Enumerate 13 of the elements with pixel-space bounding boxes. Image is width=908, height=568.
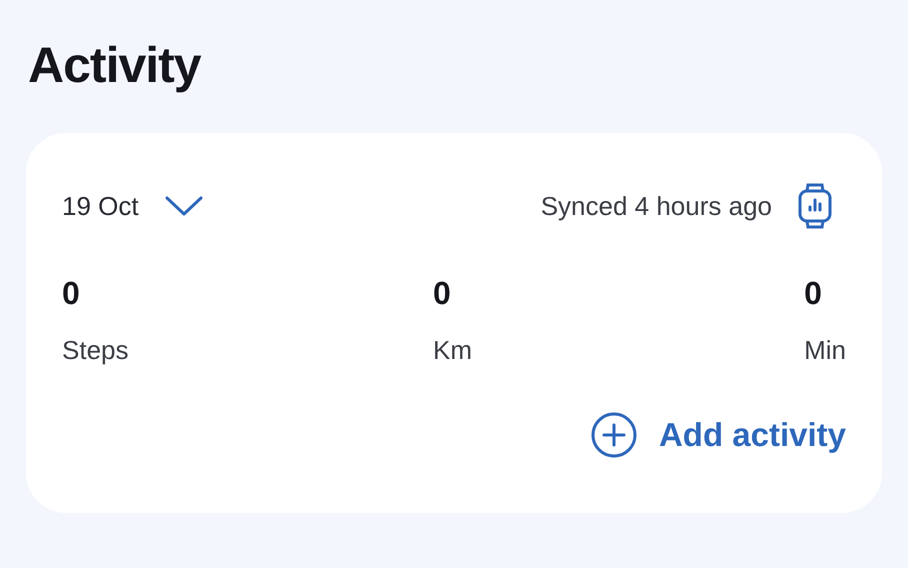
chevron-down-icon[interactable] [164, 195, 203, 217]
stat-value: 0 [433, 277, 451, 309]
plus-circle-icon [590, 412, 637, 458]
stat-label: Km [433, 334, 472, 367]
watch-icon[interactable] [798, 183, 832, 229]
stat-label: Min [804, 334, 846, 367]
add-activity-button[interactable]: Add activity [590, 410, 846, 460]
stat-value: 0 [62, 277, 80, 309]
stat-label: Steps [62, 334, 128, 367]
stat-value: 0 [804, 277, 822, 309]
sync-status: Synced 4 hours ago [540, 190, 772, 222]
date-label: 19 Oct [62, 190, 139, 222]
page-title: Activity [28, 40, 202, 90]
